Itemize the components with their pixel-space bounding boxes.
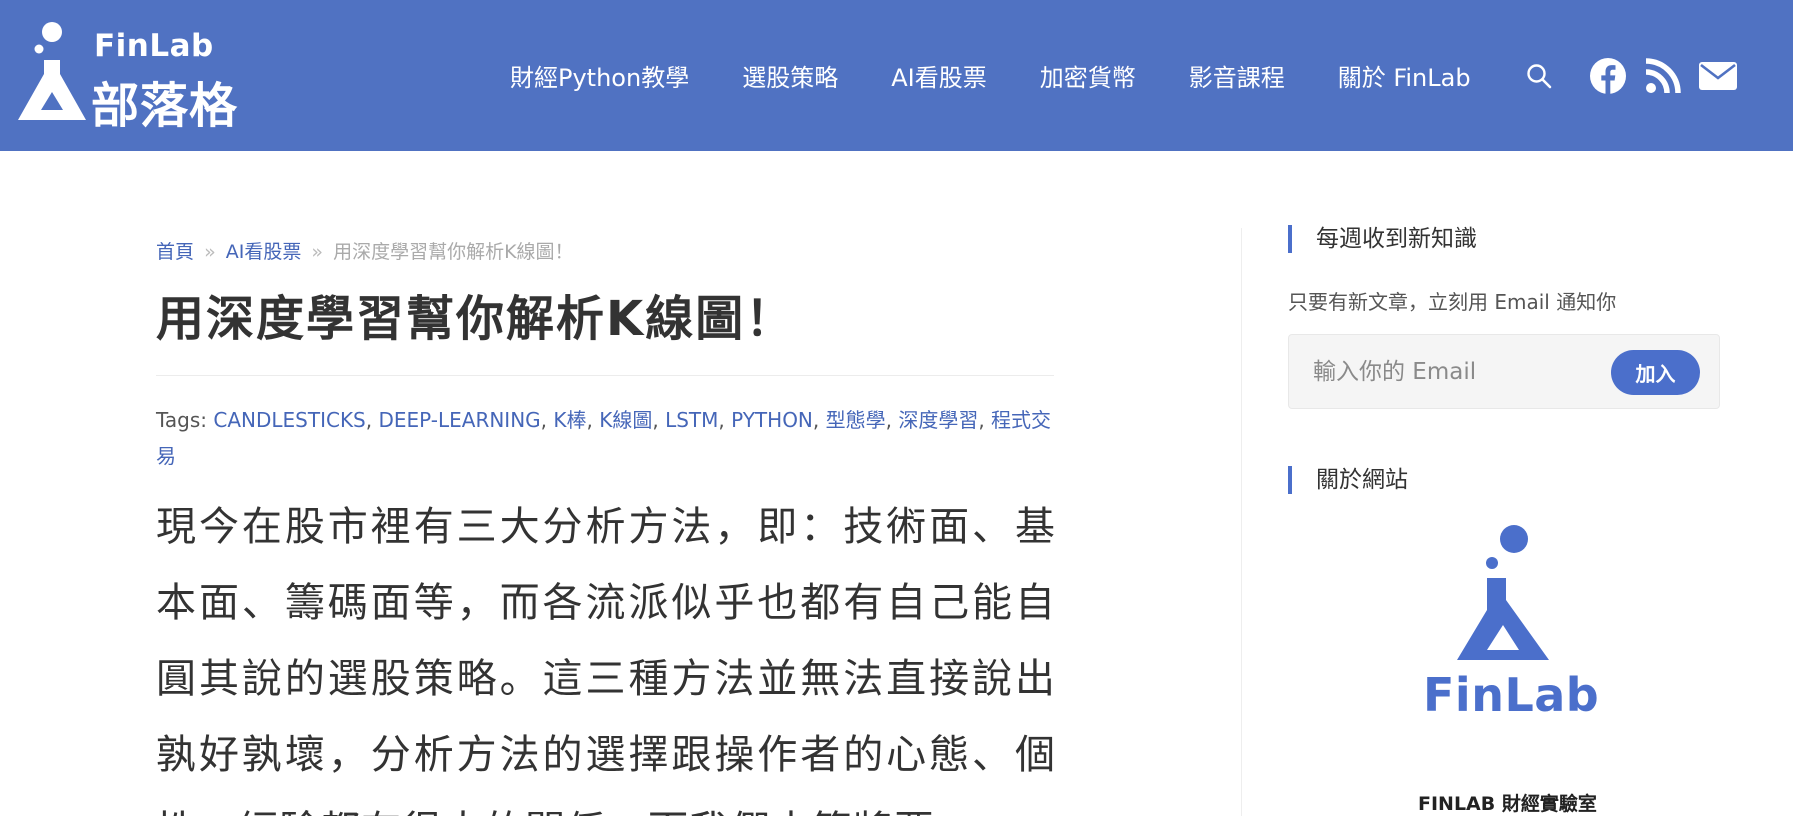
site-logo[interactable]: FinLab 部落格	[14, 22, 244, 134]
tag-link[interactable]: CANDLESTICKS	[213, 408, 365, 432]
tag-link[interactable]: K棒	[553, 408, 586, 432]
tag-link[interactable]: K線圖	[599, 408, 652, 432]
tag-link[interactable]: PYTHON	[731, 408, 813, 432]
newsletter-widget-title: 每週收到新知識	[1288, 225, 1477, 253]
breadcrumb-separator: »	[311, 241, 324, 263]
page-title: 用深度學習幫你解析K線圖！	[156, 291, 796, 347]
nav-item-strategy[interactable]: 選股策略	[742, 58, 838, 93]
article-body: 現今在股市裡有三大分析方法，即：技術面、基本面、籌碼面等，而各流派似乎也都有自己…	[156, 504, 1056, 816]
email-input[interactable]	[1299, 347, 1599, 397]
tag-link[interactable]: DEEP-LEARNING	[378, 408, 540, 432]
breadcrumb-separator: »	[204, 241, 216, 263]
email-icon[interactable]	[1699, 61, 1737, 90]
nav-item-python[interactable]: 財經Python教學	[510, 58, 689, 93]
title-divider	[156, 375, 1054, 376]
logo-subtitle-text: 部落格	[91, 78, 239, 134]
logo-brand-text: FinLab	[94, 28, 214, 64]
nav-item-ai[interactable]: AI看股票	[891, 58, 987, 93]
nav-item-video[interactable]: 影音課程	[1189, 58, 1285, 93]
site-header: FinLab 部落格 財經Python教學 選股策略 AI看股票 加密貨幣 影音…	[0, 0, 1793, 151]
sidebar-divider	[1241, 228, 1242, 816]
newsletter-description: 只要有新文章，立刻用 Email 通知你	[1288, 290, 1617, 314]
breadcrumb: 首頁 » AI看股票 » 用深度學習幫你解析K線圖！	[156, 237, 574, 264]
about-logo: FinLab	[1418, 520, 1599, 730]
tag-link[interactable]: 型態學	[826, 408, 886, 432]
rss-icon[interactable]	[1645, 57, 1681, 94]
flask-logo-icon	[18, 22, 86, 120]
breadcrumb-home-link[interactable]: 首頁	[156, 241, 194, 263]
breadcrumb-category-link[interactable]: AI看股票	[226, 241, 302, 263]
tags-label: Tags:	[156, 408, 208, 432]
nav-item-about[interactable]: 關於 FinLab	[1338, 58, 1471, 93]
tag-link[interactable]: 深度學習	[898, 408, 978, 432]
about-widget-title: 關於網站	[1288, 466, 1408, 494]
newsletter-form: 加入	[1288, 334, 1720, 409]
tag-link[interactable]: LSTM	[665, 408, 718, 432]
breadcrumb-current: 用深度學習幫你解析K線圖！	[333, 241, 574, 263]
tag-list: Tags: CANDLESTICKS, DEEP-LEARNING, K棒, K…	[156, 408, 1052, 468]
about-caption: FINLAB 財經實驗室	[1418, 793, 1597, 815]
flask-logo-icon	[1457, 525, 1549, 660]
nav-item-crypto[interactable]: 加密貨幣	[1040, 58, 1136, 93]
main-nav: 財經Python教學 選股策略 AI看股票 加密貨幣 影音課程 關於 FinLa…	[510, 0, 1471, 151]
join-button[interactable]: 加入	[1611, 350, 1700, 395]
facebook-icon[interactable]	[1589, 57, 1627, 95]
about-logo-text: FinLab	[1423, 668, 1600, 722]
search-icon[interactable]	[1526, 63, 1552, 89]
header-icons	[1526, 0, 1737, 151]
